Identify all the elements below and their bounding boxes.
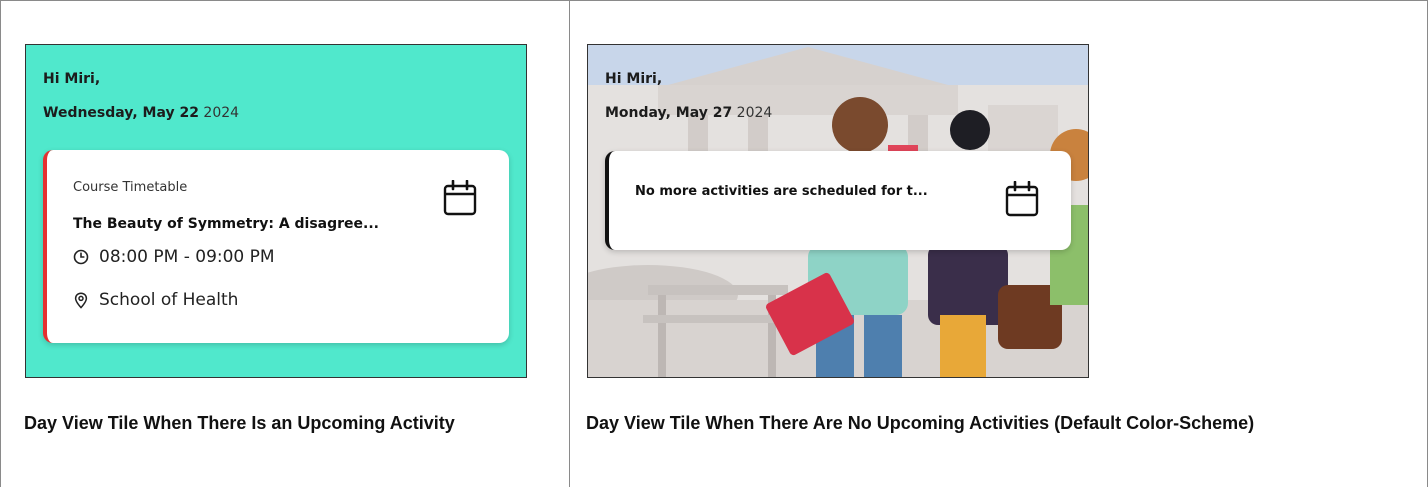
date-text: Monday, May 27 2024 <box>605 105 772 121</box>
no-activities-message: No more activities are scheduled for t..… <box>635 184 928 199</box>
location-pin-icon <box>74 291 88 309</box>
greeting-text: Hi Miri, <box>605 71 663 87</box>
activity-type: Course Timetable <box>73 180 188 195</box>
caption-upcoming: Day View Tile When There Is an Upcoming … <box>24 413 455 433</box>
upcoming-activity-card[interactable]: Course Timetable The Beauty of Symmetry:… <box>43 150 509 343</box>
day-view-tile-upcoming[interactable]: Hi Miri, Wednesday, May 22 2024 Course T… <box>25 44 527 378</box>
greeting-text: Hi Miri, <box>43 71 101 87</box>
activity-title: The Beauty of Symmetry: A disagree... <box>73 216 379 232</box>
day-view-tile-no-activities[interactable]: Hi Miri, Monday, May 27 2024 No more act… <box>587 44 1089 378</box>
no-activities-card[interactable]: No more activities are scheduled for t..… <box>605 151 1071 250</box>
caption-no-activities: Day View Tile When There Are No Upcoming… <box>586 413 1255 433</box>
column-divider <box>569 0 570 487</box>
activity-time-row: 08:00 PM - 09:00 PM <box>73 247 275 267</box>
calendar-icon[interactable] <box>443 180 477 216</box>
activity-location-row: School of Health <box>73 290 238 310</box>
date-main: Monday, May 27 <box>605 105 733 121</box>
activity-time: 08:00 PM - 09:00 PM <box>99 247 275 267</box>
date-text: Wednesday, May 22 2024 <box>43 105 239 121</box>
calendar-icon[interactable] <box>1005 181 1039 217</box>
activity-location: School of Health <box>99 290 239 310</box>
date-year: 2024 <box>203 105 240 121</box>
date-main: Wednesday, May 22 <box>43 105 199 121</box>
clock-icon <box>73 249 89 265</box>
date-year: 2024 <box>736 105 773 121</box>
